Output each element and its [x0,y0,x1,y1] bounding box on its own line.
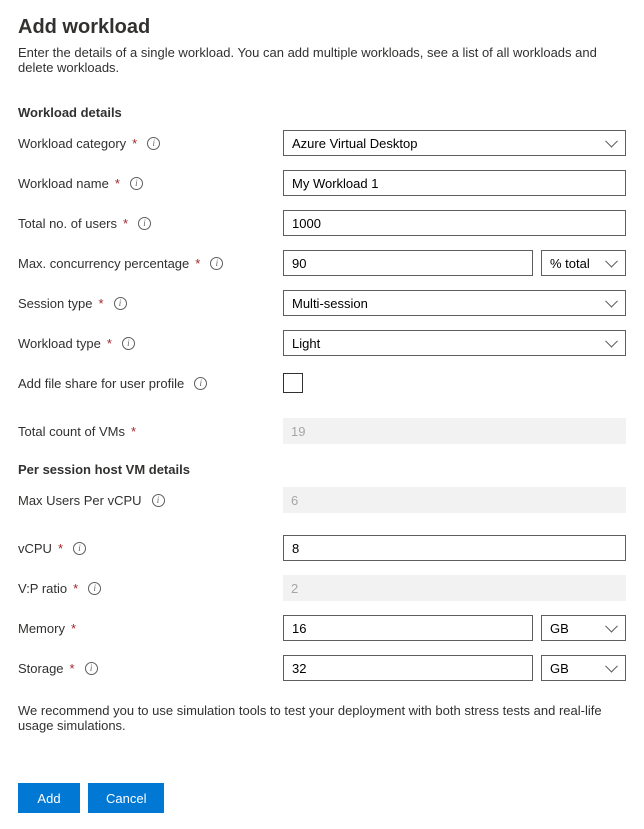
storage-input[interactable] [283,655,533,681]
recommendation-note: We recommend you to use simulation tools… [18,703,626,733]
required-marker: * [71,621,76,636]
workload-type-label: Workload type [18,336,101,351]
file-share-checkbox[interactable] [283,373,303,393]
info-icon[interactable]: i [122,337,135,350]
required-marker: * [123,216,128,231]
memory-unit-select[interactable] [541,615,626,641]
info-icon[interactable]: i [73,542,86,555]
storage-unit-select[interactable] [541,655,626,681]
max-concurrency-unit-select[interactable] [541,250,626,276]
required-marker: * [132,136,137,151]
add-button[interactable]: Add [18,783,80,813]
required-marker: * [107,336,112,351]
info-icon[interactable]: i [85,662,98,675]
info-icon[interactable]: i [88,582,101,595]
total-users-label: Total no. of users [18,216,117,231]
workload-name-input[interactable] [283,170,626,196]
max-users-vcpu-value: 6 [283,487,626,513]
workload-category-select[interactable] [283,130,626,156]
max-users-vcpu-label: Max Users Per vCPU [18,493,142,508]
required-marker: * [73,581,78,596]
file-share-label: Add file share for user profile [18,376,184,391]
required-marker: * [70,661,75,676]
section-vm-details: Per session host VM details [18,462,626,477]
storage-label: Storage [18,661,64,676]
cancel-button[interactable]: Cancel [88,783,164,813]
memory-input[interactable] [283,615,533,641]
info-icon[interactable]: i [138,217,151,230]
vcpu-label: vCPU [18,541,52,556]
info-icon[interactable]: i [114,297,127,310]
required-marker: * [115,176,120,191]
workload-category-label: Workload category [18,136,126,151]
info-icon[interactable]: i [210,257,223,270]
max-concurrency-input[interactable] [283,250,533,276]
info-icon[interactable]: i [194,377,207,390]
vcpu-input[interactable] [283,535,626,561]
info-icon[interactable]: i [147,137,160,150]
session-type-label: Session type [18,296,92,311]
workload-type-select[interactable] [283,330,626,356]
page-subtitle: Enter the details of a single workload. … [18,45,626,75]
total-vms-value: 19 [283,418,626,444]
memory-label: Memory [18,621,65,636]
vp-ratio-value: 2 [283,575,626,601]
required-marker: * [131,424,136,439]
vp-ratio-label: V:P ratio [18,581,67,596]
section-workload-details: Workload details [18,105,626,120]
info-icon[interactable]: i [152,494,165,507]
required-marker: * [195,256,200,271]
session-type-select[interactable] [283,290,626,316]
max-concurrency-label: Max. concurrency percentage [18,256,189,271]
total-users-input[interactable] [283,210,626,236]
page-title: Add workload [18,16,626,39]
workload-name-label: Workload name [18,176,109,191]
info-icon[interactable]: i [130,177,143,190]
required-marker: * [98,296,103,311]
required-marker: * [58,541,63,556]
total-vms-label: Total count of VMs [18,424,125,439]
